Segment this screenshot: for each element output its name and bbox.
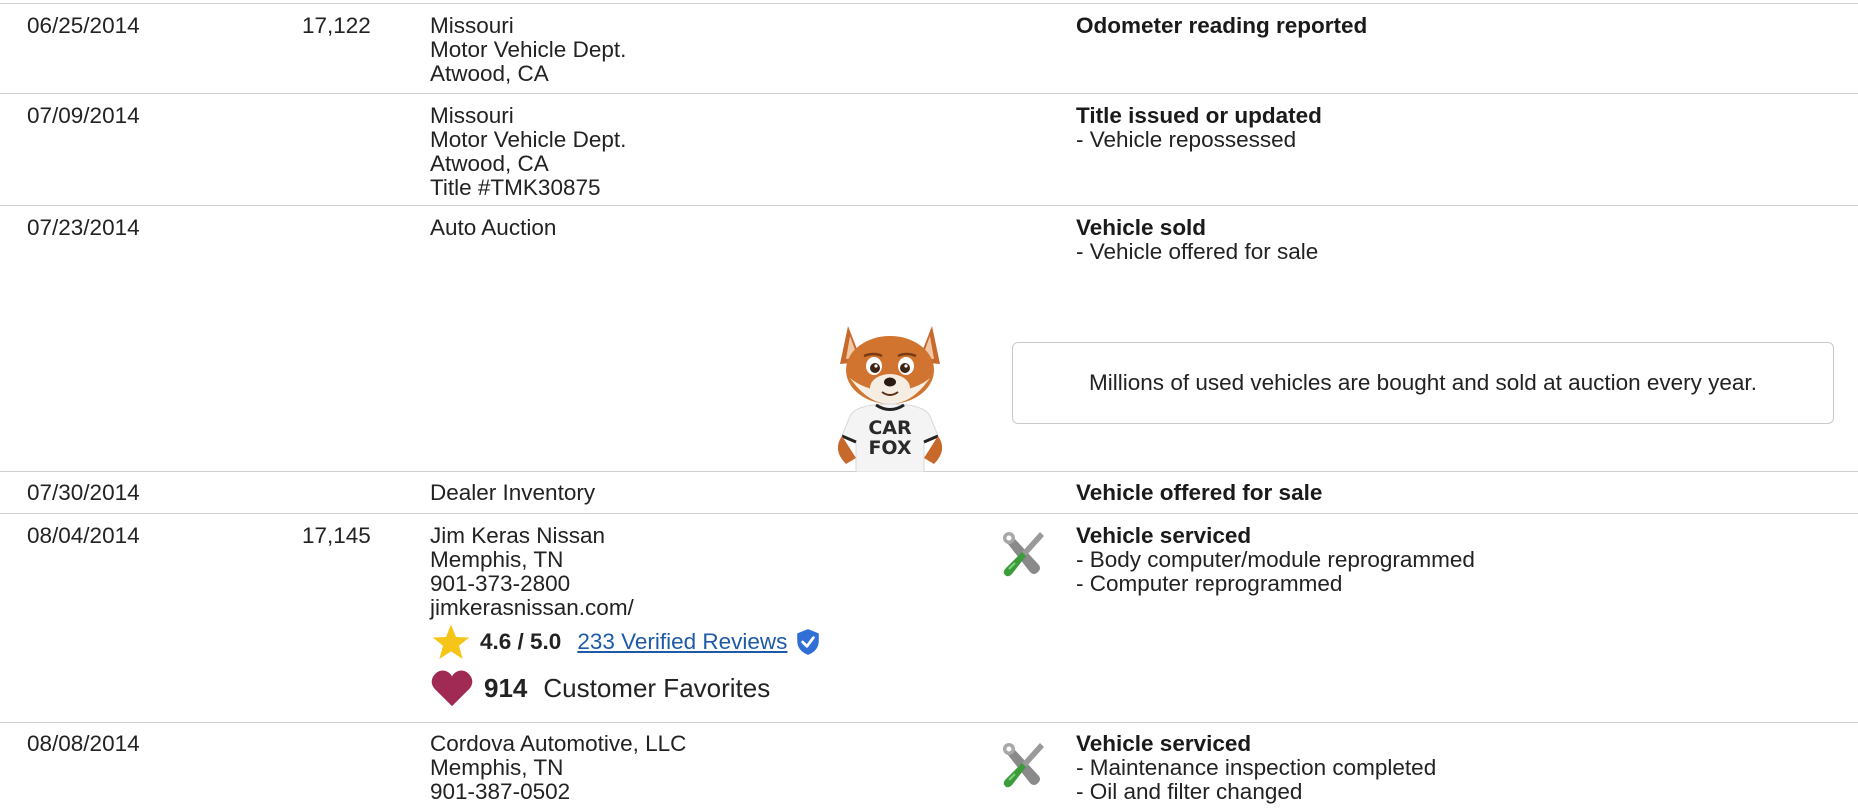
- source-line: Atwood, CA: [430, 151, 549, 176]
- record-comments: Vehicle serviced - Maintenance inspectio…: [1076, 732, 1436, 804]
- wrench-screwdriver-icon: [1003, 532, 1044, 577]
- record-source: Cordova Automotive, LLC Memphis, TN 901-…: [430, 732, 686, 804]
- tip-text: Millions of used vehicles are bought and…: [1089, 370, 1757, 395]
- table-row: 06/25/2014 17,122 Missouri Motor Vehicle…: [0, 4, 1858, 94]
- source-line: Missouri: [430, 13, 514, 38]
- comment-line: - Computer reprogrammed: [1076, 571, 1343, 596]
- record-comments: Vehicle sold - Vehicle offered for sale: [1076, 216, 1318, 264]
- source-line: Motor Vehicle Dept.: [430, 127, 627, 152]
- star-icon: [432, 624, 470, 659]
- record-comments: Vehicle serviced - Body computer/module …: [1076, 524, 1475, 596]
- vehicle-history-table: 06/25/2014 17,122 Missouri Motor Vehicle…: [0, 0, 1858, 809]
- odometer-reading: 17,122: [302, 13, 371, 38]
- record-comments: Odometer reading reported: [1076, 14, 1367, 38]
- comment-line: - Body computer/module reprogrammed: [1076, 547, 1475, 572]
- dealer-name: Cordova Automotive, LLC: [430, 731, 687, 756]
- dealer-rating: 4.6 / 5.0 233 Verified Reviews: [430, 622, 821, 662]
- odometer-reading: 17,145: [302, 523, 371, 548]
- favorites-count: 914: [484, 672, 528, 703]
- comment-line: - Maintenance inspection completed: [1076, 755, 1437, 780]
- comment-heading: Vehicle offered for sale: [1076, 480, 1323, 505]
- dealer-phone: 901-387-0502: [430, 779, 571, 804]
- comment-heading: Vehicle serviced: [1076, 731, 1252, 756]
- comment-heading: Vehicle sold: [1076, 215, 1207, 240]
- comment-heading: Title issued or updated: [1076, 103, 1322, 128]
- rating-score: 4.6 / 5.0: [480, 629, 562, 654]
- source-line: Missouri: [430, 103, 514, 128]
- dealer-website: jimkerasnissan.com/: [430, 595, 634, 620]
- favorites-label: Customer Favorites: [543, 672, 771, 703]
- record-date: 08/08/2014: [27, 731, 140, 756]
- record-comments: Title issued or updated - Vehicle reposs…: [1076, 104, 1322, 152]
- wrench-screwdriver-icon: [1003, 743, 1044, 788]
- comment-heading: Odometer reading reported: [1076, 13, 1368, 38]
- dealer-name: Jim Keras Nissan: [430, 523, 606, 548]
- table-row: 07/30/2014 Dealer Inventory Vehicle offe…: [0, 472, 1858, 514]
- table-row: 08/08/2014 Cordova Automotive, LLC Memph…: [0, 723, 1858, 809]
- verified-reviews-link[interactable]: 233 Verified Reviews: [577, 629, 787, 655]
- record-source: Missouri Motor Vehicle Dept. Atwood, CA …: [430, 104, 626, 200]
- record-date: 07/30/2014: [27, 480, 140, 505]
- comment-line: - Vehicle offered for sale: [1076, 239, 1319, 264]
- record-date: 07/23/2014: [27, 215, 140, 240]
- comment-heading: Vehicle serviced: [1076, 523, 1252, 548]
- carfox-mascot-image: CAR FOX: [837, 326, 943, 472]
- record-date: 06/25/2014: [27, 13, 140, 38]
- record-source: Jim Keras Nissan Memphis, TN 901-373-280…: [430, 524, 634, 620]
- source-line: Motor Vehicle Dept.: [430, 37, 627, 62]
- mascot-shirt-text-bottom: FOX: [868, 437, 911, 459]
- verified-shield-icon: [797, 629, 820, 655]
- source-line: Title #TMK30875: [430, 175, 601, 200]
- record-source: Missouri Motor Vehicle Dept. Atwood, CA: [430, 14, 626, 86]
- record-source: Dealer Inventory: [430, 481, 595, 505]
- customer-favorites: 914 Customer Favorites: [430, 667, 770, 709]
- source-line: Atwood, CA: [430, 61, 549, 86]
- heart-icon: [431, 670, 473, 707]
- record-comments: Vehicle offered for sale: [1076, 481, 1322, 505]
- dealer-location: Memphis, TN: [430, 547, 564, 572]
- comment-line: - Vehicle repossessed: [1076, 127, 1297, 152]
- source-line: Dealer Inventory: [430, 480, 596, 505]
- auction-tip-callout: Millions of used vehicles are bought and…: [1012, 342, 1834, 424]
- table-row: 07/09/2014 Missouri Motor Vehicle Dept. …: [0, 94, 1858, 206]
- dealer-phone: 901-373-2800: [430, 571, 571, 596]
- record-date: 08/04/2014: [27, 523, 140, 548]
- record-date: 07/09/2014: [27, 103, 140, 128]
- record-source: Auto Auction: [430, 216, 556, 240]
- comment-line: - Oil and filter changed: [1076, 779, 1303, 804]
- table-row: 08/04/2014 17,145 Jim Keras Nissan Memph…: [0, 514, 1858, 723]
- dealer-location: Memphis, TN: [430, 755, 564, 780]
- mascot-shirt-text-top: CAR: [868, 417, 912, 439]
- source-line: Auto Auction: [430, 215, 557, 240]
